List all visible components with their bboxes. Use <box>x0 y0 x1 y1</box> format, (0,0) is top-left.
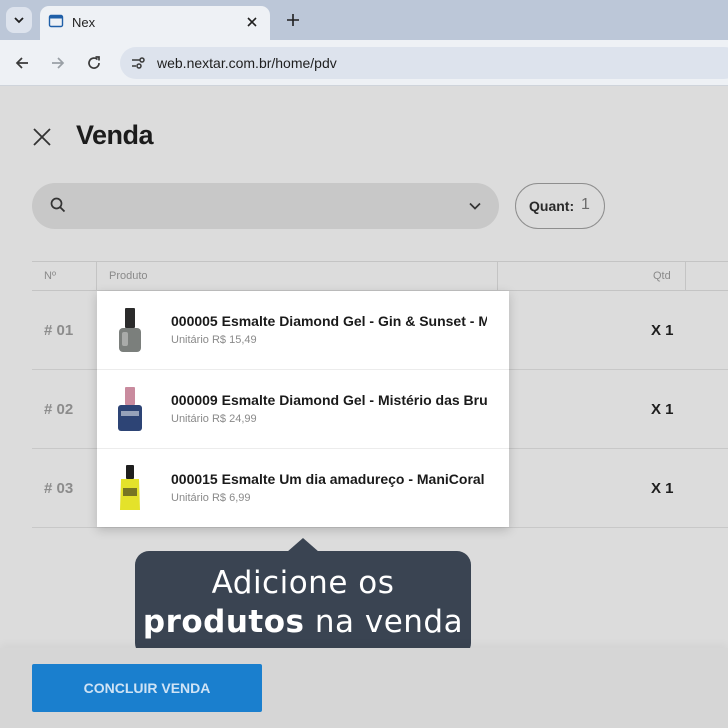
suggestion-price: Unitário R$ 15,49 <box>171 334 257 346</box>
row-quantity: X 1 <box>651 480 674 497</box>
product-suggestion-item[interactable]: 000009 Esmalte Diamond Gel - Mistério da… <box>97 370 509 449</box>
table-header: Nº Produto Qtd <box>32 261 728 291</box>
forward-arrow-icon <box>52 57 65 69</box>
row-quantity: X 1 <box>651 322 674 339</box>
tab-search-button[interactable] <box>6 7 32 33</box>
close-icon <box>33 128 51 146</box>
footer-bar: CONCLUIR VENDA <box>0 648 728 728</box>
suggestion-price: Unitário R$ 24,99 <box>171 413 257 425</box>
tooltip-line2: produtos na venda <box>135 604 471 640</box>
product-suggestion-item[interactable]: 000005 Esmalte Diamond Gel - Gin & Sunse… <box>97 291 509 370</box>
chevron-down-icon[interactable] <box>467 198 483 219</box>
suggestion-title: 000005 Esmalte Diamond Gel - Gin & Sunse… <box>171 313 487 329</box>
chevron-down-icon <box>14 17 24 24</box>
column-divider <box>497 262 498 290</box>
product-suggestion-item[interactable]: 000015 Esmalte Um dia amadureço - ManiCo… <box>97 449 509 528</box>
forward-button[interactable] <box>46 51 70 75</box>
product-suggestions-list: 000005 Esmalte Diamond Gel - Gin & Sunse… <box>97 291 509 527</box>
tab-close-icon[interactable] <box>242 12 262 32</box>
suggestion-title: 000009 Esmalte Diamond Gel - Mistério da… <box>171 392 487 408</box>
row-number: # 02 <box>44 401 74 418</box>
new-tab-button[interactable] <box>282 9 304 31</box>
row-quantity: X 1 <box>651 401 674 418</box>
back-arrow-icon <box>15 57 28 69</box>
suggestion-title: 000015 Esmalte Um dia amadureço - ManiCo… <box>171 471 485 487</box>
address-bar[interactable]: web.nextar.com.br/home/pdv <box>120 47 728 79</box>
column-divider <box>685 262 686 290</box>
onboarding-tooltip: Adicione os produtos na venda <box>135 551 471 657</box>
quantity-value[interactable]: 1 <box>581 196 590 214</box>
favicon-icon <box>48 13 64 34</box>
url-text: web.nextar.com.br/home/pdv <box>157 55 337 71</box>
page-title: Venda <box>76 120 154 150</box>
header-number: Nº <box>44 270 56 282</box>
nail-polish-image <box>118 387 142 431</box>
browser-tab-bar: Nex <box>0 0 728 40</box>
close-button[interactable] <box>30 125 54 149</box>
quantity-field[interactable]: Quant: 1 <box>515 183 605 229</box>
product-search-input[interactable] <box>32 183 499 229</box>
row-number: # 03 <box>44 480 74 497</box>
header-product: Produto <box>109 270 148 282</box>
nail-polish-image <box>119 308 141 352</box>
column-divider <box>96 262 97 290</box>
nail-polish-image <box>120 465 140 510</box>
tooltip-emphasis: produtos <box>142 604 305 640</box>
browser-toolbar: web.nextar.com.br/home/pdv <box>0 40 728 86</box>
tab-title: Nex <box>72 15 96 30</box>
tooltip-line1: Adicione os <box>211 565 395 601</box>
row-number: # 01 <box>44 322 74 339</box>
tooltip-arrow <box>287 538 319 552</box>
site-settings-icon[interactable] <box>129 54 147 72</box>
header-qty: Qtd <box>653 270 671 282</box>
browser-tab[interactable]: Nex <box>40 6 270 40</box>
plus-icon <box>287 14 299 26</box>
reload-icon <box>88 56 100 69</box>
back-button[interactable] <box>10 51 34 75</box>
quantity-label: Quant: <box>529 198 575 214</box>
conclude-sale-button[interactable]: CONCLUIR VENDA <box>32 664 262 712</box>
suggestion-price: Unitário R$ 6,99 <box>171 492 251 504</box>
reload-button[interactable] <box>82 51 106 75</box>
search-icon <box>50 197 66 218</box>
tooltip-line2-rest: na venda <box>304 604 464 640</box>
